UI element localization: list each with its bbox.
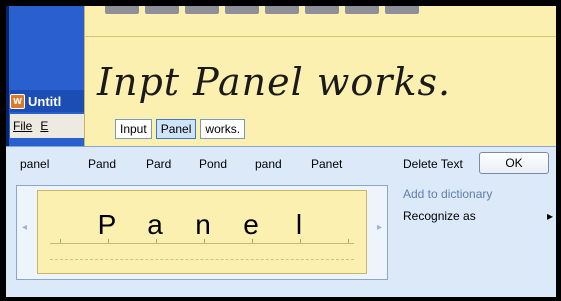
- writing-pad-toolbar: [105, 6, 525, 14]
- toolbar-block: [305, 6, 339, 14]
- background-menubar: File E: [10, 114, 84, 138]
- ok-button[interactable]: OK: [479, 152, 549, 174]
- add-to-dictionary-item[interactable]: Add to dictionary: [403, 187, 492, 201]
- letter-cell[interactable]: l: [278, 209, 320, 241]
- letter-cell[interactable]: n: [182, 209, 224, 241]
- toolbar-block: [145, 6, 179, 14]
- alternate-word[interactable]: pand: [255, 157, 282, 171]
- letter-guide-dotted: [50, 259, 354, 260]
- alternate-word[interactable]: Panet: [311, 157, 342, 171]
- scroll-left-icon[interactable]: ◂: [22, 222, 27, 233]
- submenu-chevron-icon: ▸: [547, 209, 554, 223]
- letter-cells[interactable]: P a n e l: [37, 190, 367, 274]
- letter-cell[interactable]: a: [134, 209, 176, 241]
- delete-text-button[interactable]: Delete Text: [403, 157, 463, 171]
- writing-guideline: [85, 36, 556, 37]
- background-window-title-text: Untitl: [28, 93, 62, 109]
- alternate-word[interactable]: panel: [20, 157, 49, 171]
- menu-edit[interactable]: E: [40, 119, 48, 133]
- toolbar-block: [265, 6, 299, 14]
- recognized-word[interactable]: Input: [115, 119, 152, 139]
- cell-divider: [348, 239, 349, 243]
- letter-cell[interactable]: e: [230, 209, 272, 241]
- toolbar-block: [185, 6, 219, 14]
- window-edge: [6, 6, 9, 146]
- handwritten-ink[interactable]: Inpt Panel works.: [97, 60, 451, 104]
- input-panel-window: W Untitl File E Inpt Panel works. Input …: [6, 6, 556, 297]
- character-correction-area: ◂ P a n e l ▸: [16, 185, 388, 280]
- recognized-word-selected[interactable]: Panel: [155, 119, 197, 139]
- cell-divider: [60, 239, 61, 243]
- background-window: W Untitl File E: [6, 6, 84, 146]
- alternate-word[interactable]: Pard: [146, 157, 171, 171]
- writing-pad[interactable]: Inpt Panel works. Input Panel works.: [84, 6, 556, 146]
- recognize-as-item[interactable]: Recognize as: [403, 209, 492, 223]
- letter-baseline: [50, 243, 354, 244]
- recognized-words: Input Panel works.: [115, 119, 246, 139]
- app-icon: W: [10, 93, 25, 109]
- recognized-word[interactable]: works.: [200, 119, 246, 139]
- toolbar-block: [345, 6, 379, 14]
- toolbar-block: [105, 6, 139, 14]
- alternate-word[interactable]: Pand: [88, 157, 116, 171]
- toolbar-block: [385, 6, 419, 14]
- menu-file[interactable]: File: [13, 119, 32, 133]
- toolbar-block: [225, 6, 259, 14]
- scroll-right-icon[interactable]: ▸: [377, 222, 382, 233]
- letter-cell[interactable]: P: [86, 209, 128, 241]
- correction-menu: Add to dictionary Recognize as ▸: [403, 187, 553, 231]
- background-window-title[interactable]: W Untitl: [10, 90, 84, 112]
- alternate-word[interactable]: Pond: [199, 157, 227, 171]
- correction-panel: panel Pand Pard Pond pand Panet Delete T…: [6, 146, 556, 297]
